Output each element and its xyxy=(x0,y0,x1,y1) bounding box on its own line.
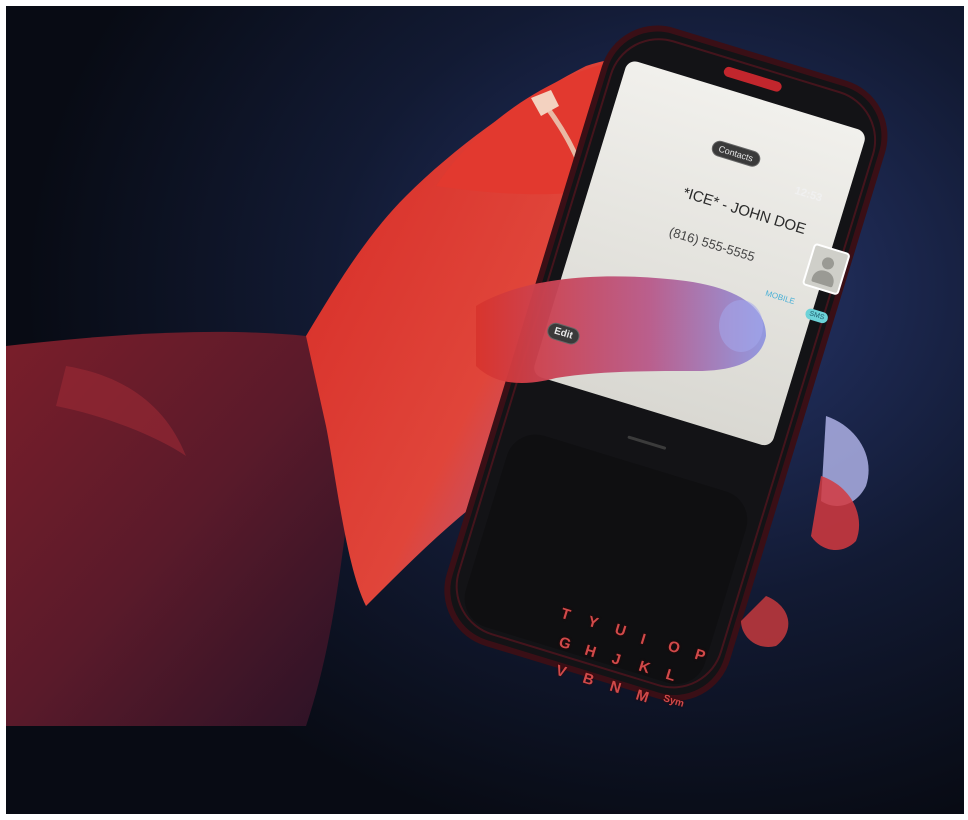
thumbnail xyxy=(719,300,763,352)
photo-illustration xyxy=(6,6,964,814)
sleeve xyxy=(6,331,350,726)
photo-scene: Contacts 12:53 *ICE* - JOHN DOE (816) 55… xyxy=(6,6,964,814)
